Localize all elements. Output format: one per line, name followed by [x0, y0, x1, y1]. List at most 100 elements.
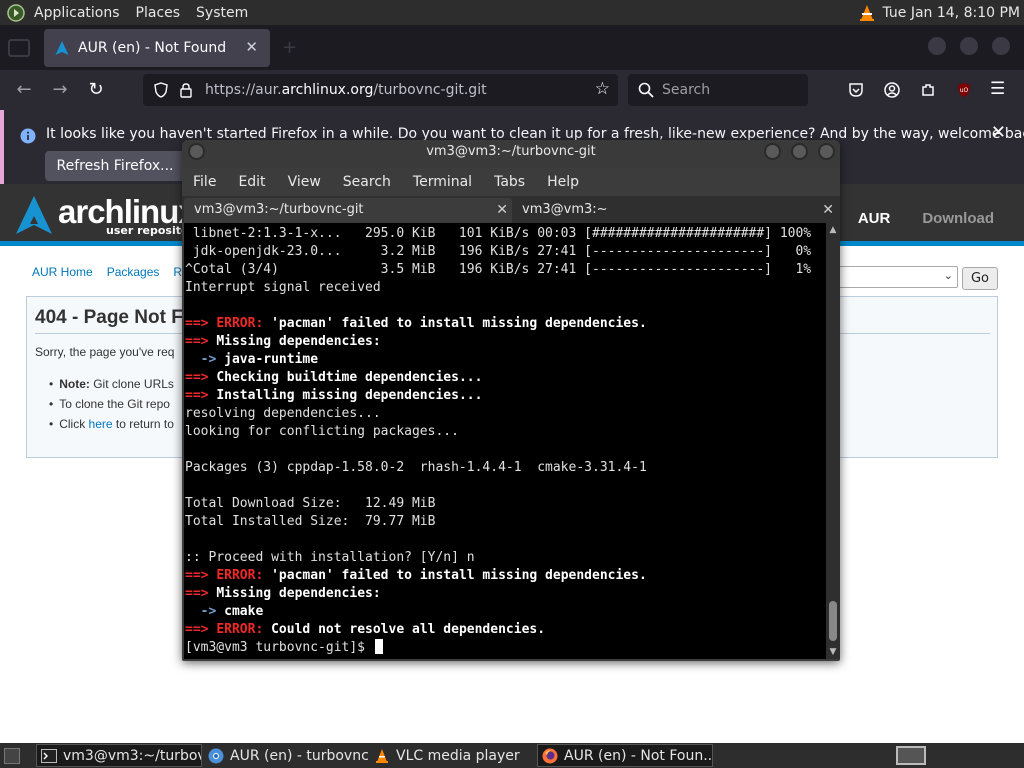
- terminal-text: libnet-2:1.3-1-x... 295.0 KiB 101 KiB/s …: [185, 226, 812, 241]
- maximize-icon[interactable]: [791, 143, 808, 160]
- show-desktop-icon[interactable]: [4, 748, 20, 764]
- tab-close-icon[interactable]: ✕: [822, 198, 834, 222]
- terminal-line: resolving dependencies...: [185, 405, 811, 423]
- archlinux-logo[interactable]: archlinux user repository: [14, 194, 201, 238]
- terminal-line: ==> ERROR: 'pacman' failed to install mi…: [185, 315, 811, 333]
- chromium-icon: [208, 748, 224, 763]
- account-icon[interactable]: [884, 82, 900, 98]
- terminal-line: Total Download Size: 12.49 MiB: [185, 495, 811, 513]
- window-menu-icon[interactable]: [188, 143, 205, 160]
- gnome-foot-icon[interactable]: [6, 3, 26, 23]
- terminal-line: :: Proceed with installation? [Y/n] n: [185, 549, 811, 567]
- task-vlc[interactable]: VLC media player: [370, 744, 530, 767]
- terminal-screen[interactable]: libnet-2:1.3-1-x... 295.0 KiB 101 KiB/s …: [184, 223, 826, 659]
- reload-icon[interactable]: ↻: [84, 78, 108, 102]
- menu-tabs[interactable]: Tabs: [494, 174, 525, 190]
- subnav-aur-home[interactable]: AUR Home: [32, 265, 93, 279]
- refresh-firefox-button[interactable]: Refresh Firefox...: [45, 151, 185, 181]
- pocket-icon[interactable]: [848, 82, 864, 98]
- terminal-line: -> cmake: [185, 603, 811, 621]
- info-icon: [20, 128, 36, 144]
- notification-close-icon[interactable]: ✕: [991, 122, 1006, 143]
- arch-logo-icon: [16, 196, 52, 234]
- new-tab-icon[interactable]: +: [282, 37, 300, 58]
- bottom-taskbar: vm3@vm3:~/turbov... AUR (en) - turbovnc.…: [0, 743, 1024, 768]
- return-text: to return to: [112, 417, 174, 431]
- tab-close-icon[interactable]: ✕: [496, 198, 508, 222]
- terminal-line: libnet-2:1.3-1-x... 295.0 KiB 101 KiB/s …: [185, 225, 811, 243]
- error-text: Sorry, the page you've req: [35, 345, 175, 359]
- close-window-icon[interactable]: [818, 143, 835, 160]
- terminal-line: Packages (3) cppdap-1.58.0-2 rhash-1.4.4…: [185, 459, 811, 477]
- go-button[interactable]: Go: [962, 267, 998, 290]
- error-bullets: Note: Git clone URLs To clone the Git re…: [49, 377, 174, 437]
- terminal-tab-home[interactable]: vm3@vm3:~ ✕: [512, 198, 838, 223]
- minimize-icon[interactable]: [764, 143, 781, 160]
- nav-download[interactable]: Download: [922, 210, 994, 227]
- menu-places[interactable]: Places: [136, 5, 181, 21]
- list-item: Note: Git clone URLs: [49, 377, 174, 397]
- menu-search[interactable]: Search: [343, 174, 391, 190]
- firefox-icon: [542, 748, 558, 763]
- ublock-origin-icon[interactable]: uO: [956, 82, 972, 98]
- error-title: 404 - Page Not F: [35, 307, 183, 328]
- terminal-text: Could not resolve all dependencies.: [271, 622, 546, 637]
- terminal-text: looking for conflicting packages...: [185, 424, 459, 439]
- task-terminal[interactable]: vm3@vm3:~/turbov...: [36, 744, 202, 767]
- subnav-packages[interactable]: Packages: [107, 265, 160, 279]
- menu-edit[interactable]: Edit: [238, 174, 265, 190]
- terminal-text: Installing missing dependencies...: [216, 388, 483, 403]
- firefox-tab-bar: AUR (en) - Not Found ✕ +: [0, 25, 1024, 70]
- menu-help[interactable]: Help: [547, 174, 579, 190]
- search-bar[interactable]: Search: [628, 74, 808, 106]
- hamburger-menu-icon[interactable]: ☰: [990, 79, 1005, 99]
- tab-title: AUR (en) - Not Found: [78, 40, 227, 56]
- terminal-text: ==>: [185, 586, 217, 601]
- terminal-tabs: vm3@vm3:~/turbovnc-git ✕ vm3@vm3:~ ✕: [182, 196, 840, 223]
- back-icon[interactable]: ←: [12, 78, 36, 102]
- url-bar[interactable]: https://aur.archlinux.org/turbovnc-git.g…: [143, 74, 618, 106]
- terminal-line: Total Installed Size: 79.77 MiB: [185, 513, 811, 531]
- browser-tab[interactable]: AUR (en) - Not Found ✕: [44, 29, 270, 67]
- menu-applications[interactable]: Applications: [34, 5, 120, 21]
- panel-clock[interactable]: Tue Jan 14, 8:10 PM: [882, 5, 1020, 21]
- terminal-titlebar[interactable]: vm3@vm3:~/turbovnc-git: [182, 140, 840, 168]
- menu-file[interactable]: File: [193, 174, 216, 190]
- minimize-icon[interactable]: [928, 37, 946, 55]
- url-text[interactable]: https://aur.archlinux.org/turbovnc-git.g…: [205, 82, 487, 98]
- task-label: AUR (en) - Not Foun...: [564, 747, 713, 764]
- language-select[interactable]: ⌄: [838, 266, 958, 288]
- shield-icon[interactable]: [153, 82, 169, 98]
- workspace-switcher[interactable]: [896, 746, 926, 765]
- terminal-line: ==> Missing dependencies:: [185, 585, 811, 603]
- forward-icon[interactable]: →: [48, 78, 72, 102]
- close-window-icon[interactable]: [992, 37, 1010, 55]
- terminal-line: ==> Missing dependencies:: [185, 333, 811, 351]
- here-link[interactable]: here: [89, 417, 113, 431]
- terminal-scrollbar[interactable]: ▲ ▼: [826, 223, 840, 659]
- task-firefox[interactable]: AUR (en) - Not Foun...: [537, 744, 713, 767]
- terminal-line: jdk-openjdk-23.0... 3.2 MiB 196 KiB/s 27…: [185, 243, 811, 261]
- extensions-icon[interactable]: [920, 82, 936, 98]
- lock-icon[interactable]: [179, 82, 193, 98]
- note-text: Git clone URLs: [89, 377, 174, 391]
- terminal-text: Interrupt signal received: [185, 280, 381, 295]
- terminal-tab-turbovnc[interactable]: vm3@vm3:~/turbovnc-git ✕: [184, 198, 512, 223]
- vlc-icon: [376, 748, 388, 763]
- scrollbar-thumb[interactable]: [829, 601, 837, 641]
- vlc-tray-icon[interactable]: [858, 4, 876, 22]
- terminal-title: vm3@vm3:~/turbovnc-git: [426, 144, 596, 159]
- menu-view[interactable]: View: [288, 174, 321, 190]
- menu-terminal[interactable]: Terminal: [413, 174, 472, 190]
- nav-aur[interactable]: AUR: [858, 210, 891, 227]
- menu-system[interactable]: System: [196, 5, 248, 21]
- maximize-icon[interactable]: [960, 37, 978, 55]
- task-chromium[interactable]: AUR (en) - turbovnc...: [204, 744, 368, 767]
- aur-main-nav: AUR Download: [826, 210, 994, 227]
- scroll-down-icon[interactable]: ▼: [828, 647, 838, 657]
- bookmark-star-icon[interactable]: ☆: [595, 79, 610, 99]
- scroll-up-icon[interactable]: ▲: [828, 225, 838, 235]
- tab-close-icon[interactable]: ✕: [245, 38, 258, 56]
- list-all-tabs-icon[interactable]: [8, 39, 30, 57]
